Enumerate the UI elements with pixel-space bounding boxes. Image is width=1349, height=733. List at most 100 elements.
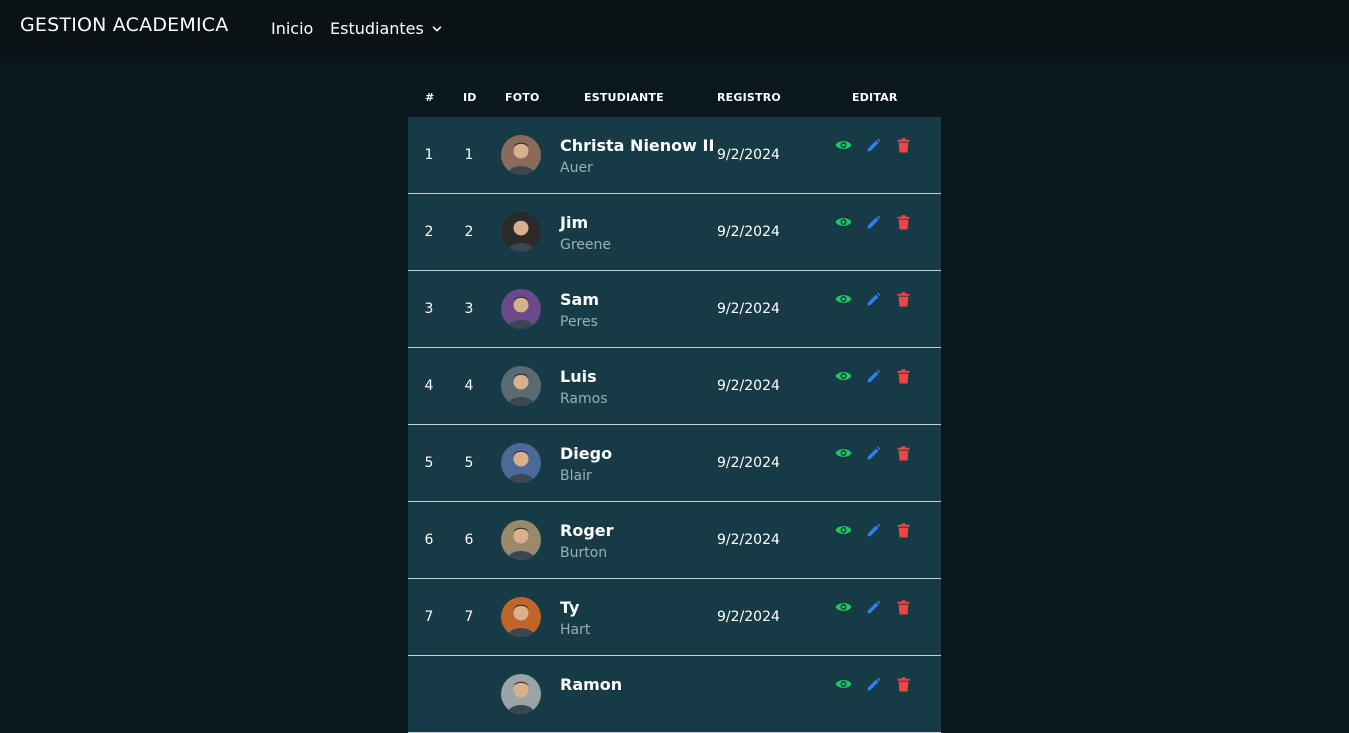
delete-button[interactable] (894, 599, 912, 615)
table-row: 2 2 Jim Greene 9/2/2024 (408, 194, 941, 271)
registration-date: 9/2/2024 (717, 224, 780, 240)
student-first-name: Ty (560, 598, 580, 617)
edit-button[interactable] (864, 445, 882, 461)
table-row: 3 3 Sam Peres 9/2/2024 (408, 271, 941, 348)
pencil-icon (867, 369, 880, 382)
header-estudiante: ESTUDIANTE (584, 91, 664, 104)
row-id: 5 (464, 455, 474, 471)
header-registro: REGISTRO (717, 91, 781, 104)
student-first-name: Sam (560, 290, 599, 309)
student-first-name: Diego (560, 444, 613, 463)
edit-button[interactable] (864, 368, 882, 384)
student-last-name: Auer (560, 160, 593, 176)
table-body: 1 1 Christa Nienow II Auer 9/2/2024 2 2 … (408, 117, 941, 733)
avatar-photo (501, 674, 541, 714)
eye-icon (835, 603, 851, 611)
edit-button[interactable] (864, 599, 882, 615)
delete-button[interactable] (894, 445, 912, 461)
brand-title[interactable]: GESTION ACADEMICA (20, 14, 228, 36)
row-number: 3 (424, 301, 434, 317)
student-last-name: Peres (560, 314, 598, 330)
student-last-name: Hart (560, 622, 591, 638)
row-id: 6 (464, 532, 474, 548)
view-button[interactable] (834, 676, 852, 692)
student-last-name: Ramos (560, 391, 608, 407)
registration-date: 9/2/2024 (717, 147, 780, 163)
trash-icon (897, 676, 909, 691)
row-number: 4 (424, 378, 434, 394)
row-number: 1 (424, 147, 434, 163)
student-first-name: Luis (560, 367, 597, 386)
pencil-icon (867, 138, 880, 151)
row-id: 2 (464, 224, 474, 240)
delete-button[interactable] (894, 291, 912, 307)
view-button[interactable] (834, 368, 852, 384)
header-foto: FOTO (505, 91, 540, 104)
registration-date: 9/2/2024 (717, 532, 780, 548)
chevron-down-icon (432, 25, 442, 31)
row-id: 1 (464, 147, 474, 163)
edit-button[interactable] (864, 522, 882, 538)
student-first-name: Roger (560, 521, 614, 540)
students-table: # ID FOTO ESTUDIANTE REGISTRO EDITAR 1 1… (408, 79, 941, 733)
nav-link-label: Inicio (271, 19, 314, 38)
registration-date: 9/2/2024 (717, 609, 780, 625)
table-header: # ID FOTO ESTUDIANTE REGISTRO EDITAR (408, 79, 941, 117)
avatar-photo (501, 597, 541, 637)
row-number: 5 (424, 455, 434, 471)
eye-icon (835, 526, 851, 534)
row-number: 2 (424, 224, 434, 240)
delete-button[interactable] (894, 368, 912, 384)
registration-date: 9/2/2024 (717, 301, 780, 317)
eye-icon (835, 218, 851, 226)
header-editar: EDITAR (852, 91, 898, 104)
nav-dropdown-estudiantes[interactable]: Estudiantes (330, 19, 442, 38)
edit-button[interactable] (864, 676, 882, 692)
nav-link-label: Estudiantes (330, 19, 424, 38)
student-first-name: Ramon (560, 675, 623, 694)
avatar (501, 597, 541, 637)
edit-button[interactable] (864, 291, 882, 307)
view-button[interactable] (834, 599, 852, 615)
trash-icon (897, 522, 909, 537)
registration-date: 9/2/2024 (717, 378, 780, 394)
table-row: Ramon (408, 656, 941, 733)
eye-icon (835, 295, 851, 303)
avatar (501, 674, 541, 714)
delete-button[interactable] (894, 676, 912, 692)
view-button[interactable] (834, 214, 852, 230)
view-button[interactable] (834, 445, 852, 461)
pencil-icon (867, 600, 880, 613)
nav-link-inicio[interactable]: Inicio (271, 19, 313, 38)
header-id: ID (463, 91, 477, 104)
eye-icon (835, 449, 851, 457)
row-id: 4 (464, 378, 474, 394)
pencil-icon (867, 523, 880, 536)
view-button[interactable] (834, 522, 852, 538)
trash-icon (897, 445, 909, 460)
table-row: 4 4 Luis Ramos 9/2/2024 (408, 348, 941, 425)
view-button[interactable] (834, 137, 852, 153)
delete-button[interactable] (894, 214, 912, 230)
edit-button[interactable] (864, 137, 882, 153)
header-number: # (425, 91, 435, 104)
edit-button[interactable] (864, 214, 882, 230)
avatar-photo (501, 135, 541, 175)
eye-icon (835, 680, 851, 688)
avatar-photo (501, 212, 541, 252)
avatar-photo (501, 366, 541, 406)
pencil-icon (867, 292, 880, 305)
eye-icon (835, 372, 851, 380)
view-button[interactable] (834, 291, 852, 307)
table-row: 7 7 Ty Hart 9/2/2024 (408, 579, 941, 656)
student-last-name: Burton (560, 545, 608, 561)
avatar (501, 520, 541, 560)
row-id: 3 (464, 301, 474, 317)
student-first-name: Christa Nienow II (560, 136, 715, 155)
table-row: 6 6 Roger Burton 9/2/2024 (408, 502, 941, 579)
row-id: 7 (464, 609, 474, 625)
delete-button[interactable] (894, 522, 912, 538)
row-number: 7 (424, 609, 434, 625)
avatar (501, 212, 541, 252)
delete-button[interactable] (894, 137, 912, 153)
